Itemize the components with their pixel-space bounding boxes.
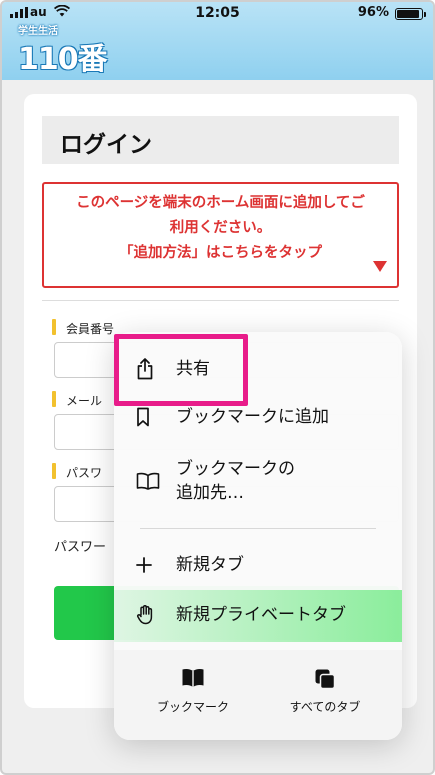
divider (42, 300, 399, 301)
menu-item-label: ブックマークの 追加先… (176, 457, 295, 505)
share-highlight-box (114, 334, 248, 406)
menu-item-label-line-2: 追加先… (176, 483, 244, 503)
book-icon (128, 668, 258, 690)
logo-title: 110番 (18, 42, 108, 77)
notice-line-3: 「追加方法」はこちらをタップ (119, 245, 322, 261)
all-tabs-label: すべてのタブ (289, 700, 361, 714)
member-number-label: 会員番号 (52, 319, 114, 337)
site-logo[interactable]: 学生生活 110番 (18, 22, 123, 77)
notice-line-1: このページを端末のホーム画面に追加してご (76, 195, 365, 211)
mail-label: メール (52, 391, 102, 409)
phone-screen: au 12:05 96% 学生生活 110番 ログイン このページを端末のホーム… (0, 0, 435, 775)
bookmarks-label: ブックマーク (156, 700, 229, 714)
menu-item-label: ブックマークに追加 (176, 407, 329, 427)
menu-item-new-private-tab[interactable]: 新規プライベートタブ (114, 590, 402, 640)
all-tabs-button[interactable]: すべてのタブ (260, 668, 390, 715)
battery-percent: 96% (357, 5, 389, 20)
tabs-icon (260, 668, 390, 690)
hand-icon (136, 605, 176, 625)
plus-icon (136, 557, 176, 573)
bookmarks-button[interactable]: ブックマーク (128, 668, 258, 715)
menu-item-label: 新規タブ (176, 555, 244, 575)
menu-bottom-bar: ブックマーク すべてのタブ (114, 650, 402, 740)
menu-item-new-tab[interactable]: 新規タブ (114, 540, 402, 590)
menu-item-bookmark-destination[interactable]: ブックマークの 追加先… (114, 450, 402, 512)
battery-icon (395, 8, 426, 20)
bookmark-icon (136, 407, 176, 427)
menu-item-label-line-1: ブックマークの (176, 459, 295, 479)
menu-separator (140, 528, 376, 529)
open-book-icon (136, 472, 176, 490)
page-title: ログイン (42, 116, 399, 164)
password-label: パスワ (52, 463, 102, 481)
password-note: パスワー (54, 540, 107, 555)
menu-item-label: 新規プライベートタブ (176, 605, 346, 625)
app-header: au 12:05 96% 学生生活 110番 (2, 2, 433, 80)
triangle-down-icon (373, 261, 387, 272)
notice-line-2: 利用ください。 (169, 220, 272, 236)
add-to-home-notice[interactable]: このページを端末のホーム画面に追加してご 利用ください。 「追加方法」はこちらを… (42, 182, 399, 288)
